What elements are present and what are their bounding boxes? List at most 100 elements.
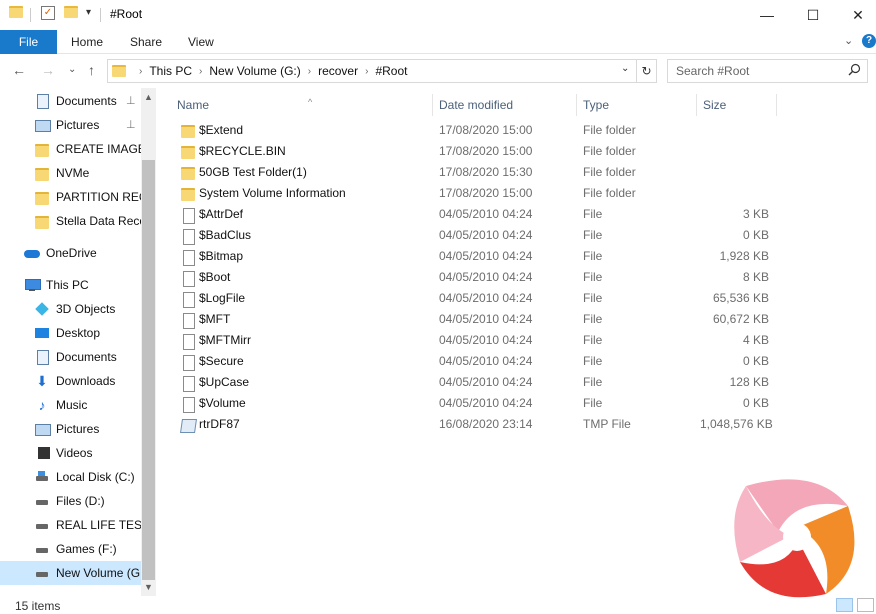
sidebar-item-new-volume-g[interactable]: New Volume (G:)	[0, 561, 141, 585]
file-name: $Volume	[199, 396, 246, 410]
table-row[interactable]: $Volume 04/05/2010 04:24 File 0 KB	[160, 393, 780, 414]
table-row[interactable]: $Boot 04/05/2010 04:24 File 8 KB	[160, 267, 780, 288]
minimize-button[interactable]: —	[744, 0, 790, 30]
column-header-name[interactable]: Name ^	[170, 94, 433, 116]
back-button[interactable]: ←	[12, 62, 26, 78]
tab-share[interactable]: Share	[130, 30, 162, 54]
table-row[interactable]: $RECYCLE.BIN 17/08/2020 15:00 File folder	[160, 141, 780, 162]
table-row[interactable]: $UpCase 04/05/2010 04:24 File 128 KB	[160, 372, 780, 393]
expand-ribbon-icon[interactable]: ⌄	[844, 34, 853, 47]
divider	[30, 8, 31, 22]
column-header-size[interactable]: Size	[696, 94, 777, 116]
breadcrumb-this-pc[interactable]: This PC	[149, 64, 192, 78]
address-row: ← → ⌄ ↑ › This PC › New Volume (G:) › re…	[0, 55, 876, 87]
up-button[interactable]: ↑	[88, 62, 95, 78]
file-icon	[180, 396, 196, 413]
sidebar-item-local-disk-c[interactable]: Local Disk (C:)	[0, 465, 141, 489]
file-size: 4 KB	[742, 333, 769, 347]
file-size: 128 KB	[729, 375, 769, 389]
sidebar-item-create-image[interactable]: CREATE IMAGE	[0, 137, 141, 161]
sidebar-item-desktop[interactable]: Desktop	[0, 321, 141, 345]
folder-icon	[180, 186, 196, 202]
file-size: 3 KB	[742, 207, 769, 221]
sidebar-item-documents-pc[interactable]: Documents	[0, 345, 141, 369]
videos-icon	[34, 445, 52, 461]
table-row[interactable]: $Bitmap 04/05/2010 04:24 File 1,928 KB	[160, 246, 780, 267]
sidebar-item-onedrive[interactable]: OneDrive	[0, 241, 141, 265]
tab-view[interactable]: View	[188, 30, 214, 54]
maximize-button[interactable]: ☐	[790, 0, 836, 30]
file-name: $BadClus	[199, 228, 252, 242]
onedrive-icon	[24, 245, 40, 261]
table-row[interactable]: System Volume Information 17/08/2020 15:0…	[160, 183, 780, 204]
sidebar-item-this-pc[interactable]: This PC	[0, 273, 141, 297]
sidebar-item-label: NVMe	[56, 166, 90, 180]
sidebar-item-stella-data-recovery[interactable]: Stella Data Reco	[0, 209, 141, 233]
sidebar-item-real-life-test[interactable]: REAL LIFE TEST F	[0, 513, 141, 537]
sidebar-item-games-f[interactable]: Games (F:)	[0, 537, 141, 561]
file-type: File	[583, 312, 603, 326]
breadcrumb-recover[interactable]: recover	[318, 64, 358, 78]
sidebar-item-label: Local Disk (C:)	[56, 470, 135, 484]
file-date-modified: 17/08/2020 15:00	[439, 144, 533, 158]
column-label: Name	[177, 98, 210, 112]
column-header-date-modified[interactable]: Date modified	[432, 94, 577, 116]
address-dropdown-icon[interactable]: ⌄	[621, 63, 629, 74]
refresh-button[interactable]: ↻	[637, 59, 657, 83]
window-title: #Root	[110, 7, 143, 21]
file-type: File	[583, 375, 603, 389]
properties-icon[interactable]: ✓	[41, 6, 55, 20]
file-date-modified: 04/05/2010 04:24	[439, 228, 533, 242]
file-size: 60,672 KB	[712, 312, 769, 326]
pin-icon: ⊥	[126, 95, 136, 107]
sidebar-item-videos[interactable]: Videos	[0, 441, 141, 465]
breadcrumb-separator: ›	[365, 65, 369, 77]
file-date-modified: 17/08/2020 15:00	[439, 186, 533, 200]
file-icon	[180, 333, 196, 350]
table-row[interactable]: $AttrDef 04/05/2010 04:24 File 3 KB	[160, 204, 780, 225]
file-date-modified: 04/05/2010 04:24	[439, 249, 533, 263]
sidebar-item-pictures-pc[interactable]: Pictures	[0, 417, 141, 441]
file-type: File folder	[583, 144, 636, 158]
recent-locations-button[interactable]: ⌄	[68, 64, 76, 75]
sidebar-item-3d-objects[interactable]: 3D Objects	[0, 297, 141, 321]
file-name: $AttrDef	[199, 207, 244, 221]
breadcrumb-new-volume[interactable]: New Volume (G:)	[209, 64, 300, 78]
table-row[interactable]: $Secure 04/05/2010 04:24 File 0 KB	[160, 351, 780, 372]
music-icon: ♪	[38, 397, 46, 413]
pin-icon: ⊥	[126, 119, 136, 131]
file-icon	[180, 228, 196, 245]
sidebar-scroll-thumb[interactable]	[142, 160, 155, 580]
help-icon[interactable]: ?	[862, 34, 876, 48]
address-bar[interactable]: › This PC › New Volume (G:) › recover › …	[107, 59, 637, 83]
3d-objects-icon	[34, 301, 50, 317]
table-row[interactable]: 50GB Test Folder(1) 17/08/2020 15:30 File …	[160, 162, 780, 183]
file-name: System Volume Information	[199, 186, 346, 200]
tab-file[interactable]: File	[0, 30, 57, 54]
sidebar-item-partition-recovery[interactable]: PARTITION RECO	[0, 185, 141, 209]
table-row[interactable]: $MFTMirr 04/05/2010 04:24 File 4 KB	[160, 330, 780, 351]
table-row[interactable]: $MFT 04/05/2010 04:24 File 60,672 KB	[160, 309, 780, 330]
sidebar-item-downloads[interactable]: ⬇ Downloads	[0, 369, 141, 393]
customize-quick-access-icon[interactable]: ▾	[86, 7, 91, 18]
table-row[interactable]: $BadClus 04/05/2010 04:24 File 0 KB	[160, 225, 780, 246]
sidebar-item-pictures[interactable]: Pictures	[0, 113, 141, 137]
close-button[interactable]: ✕	[835, 0, 876, 30]
search-input[interactable]: Search #Root	[667, 59, 868, 83]
new-folder-icon[interactable]	[64, 6, 78, 18]
sidebar-item-music[interactable]: ♪ Music	[0, 393, 141, 417]
search-icon	[848, 63, 861, 76]
scroll-up-arrow-icon[interactable]: ▲	[141, 92, 156, 102]
scroll-down-arrow-icon[interactable]: ▼	[141, 582, 156, 592]
tab-home[interactable]: Home	[71, 30, 103, 54]
file-size	[700, 162, 769, 183]
forward-button[interactable]: →	[41, 62, 55, 78]
table-row[interactable]: $LogFile 04/05/2010 04:24 File 65,536 KB	[160, 288, 780, 309]
table-row[interactable]: rtrDF87 16/08/2020 23:14 TMP File 1,048,576…	[160, 414, 780, 435]
sidebar-item-nvme[interactable]: NVMe	[0, 161, 141, 185]
column-header-type[interactable]: Type	[576, 94, 697, 116]
breadcrumb-root[interactable]: #Root	[375, 64, 407, 78]
sidebar-item-documents[interactable]: Documents	[0, 89, 141, 113]
table-row[interactable]: $Extend 17/08/2020 15:00 File folder	[160, 120, 780, 141]
sidebar-item-files-d[interactable]: Files (D:)	[0, 489, 141, 513]
